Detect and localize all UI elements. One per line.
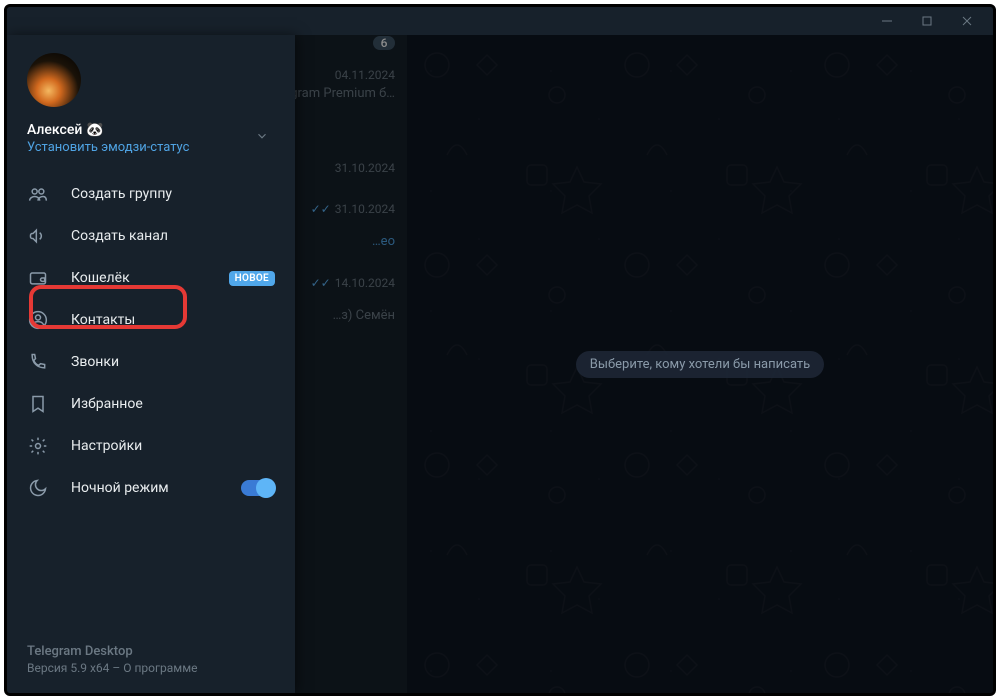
menu-calls[interactable]: Звонки bbox=[7, 341, 295, 383]
bookmark-icon bbox=[27, 393, 49, 415]
menu-contacts[interactable]: Контакты bbox=[7, 299, 295, 341]
user-emoji: 🐼 bbox=[86, 122, 103, 138]
contacts-icon bbox=[27, 309, 49, 331]
menu-label: Контакты bbox=[71, 312, 135, 328]
night-mode-toggle[interactable] bbox=[241, 480, 275, 496]
gear-icon bbox=[27, 435, 49, 457]
menu-wallet[interactable]: Кошелёк НОВОЕ bbox=[7, 257, 295, 299]
minimize-button[interactable] bbox=[867, 7, 907, 35]
menu-saved[interactable]: Избранное bbox=[7, 383, 295, 425]
new-badge: НОВОЕ bbox=[229, 271, 275, 286]
titlebar bbox=[7, 7, 993, 35]
close-button[interactable] bbox=[947, 7, 987, 35]
profile-block: Алексей🐼 Установить эмодзи-статус bbox=[7, 35, 295, 167]
expand-accounts-button[interactable] bbox=[249, 122, 275, 153]
app-window: 6 04.11.2024 …gram Premium б… 31.10.2024… bbox=[4, 4, 996, 696]
drawer-footer: Telegram Desktop Версия 5.9 x64 – О прог… bbox=[7, 630, 295, 693]
group-icon bbox=[27, 183, 49, 205]
empty-placeholder: Выберите, кому хотели бы написать bbox=[576, 351, 824, 378]
menu-label: Настройки bbox=[71, 438, 142, 454]
menu-night-mode[interactable]: Ночной режим bbox=[7, 467, 295, 509]
drawer-menu: Создать группу Создать канал Кошелёк НОВ… bbox=[7, 167, 295, 630]
moon-icon bbox=[27, 477, 49, 499]
avatar[interactable] bbox=[27, 53, 81, 107]
menu-label: Ночной режим bbox=[71, 480, 169, 496]
phone-icon bbox=[27, 351, 49, 373]
app-name: Telegram Desktop bbox=[27, 644, 275, 659]
menu-label: Звонки bbox=[71, 354, 119, 370]
side-drawer: Алексей🐼 Установить эмодзи-статус Создат… bbox=[7, 35, 295, 693]
menu-new-group[interactable]: Создать группу bbox=[7, 173, 295, 215]
maximize-button[interactable] bbox=[907, 7, 947, 35]
wallet-icon bbox=[27, 267, 49, 289]
set-emoji-status-link[interactable]: Установить эмодзи-статус bbox=[27, 140, 189, 155]
menu-label: Избранное bbox=[71, 396, 143, 412]
menu-label: Создать канал bbox=[71, 228, 168, 244]
chevron-down-icon bbox=[255, 129, 269, 143]
user-name: Алексей bbox=[27, 122, 82, 138]
menu-label: Создать группу bbox=[71, 186, 172, 202]
menu-new-channel[interactable]: Создать канал bbox=[7, 215, 295, 257]
app-version[interactable]: Версия 5.9 x64 – О программе bbox=[27, 661, 275, 675]
menu-label: Кошелёк bbox=[71, 270, 130, 286]
megaphone-icon bbox=[27, 225, 49, 247]
menu-settings[interactable]: Настройки bbox=[7, 425, 295, 467]
